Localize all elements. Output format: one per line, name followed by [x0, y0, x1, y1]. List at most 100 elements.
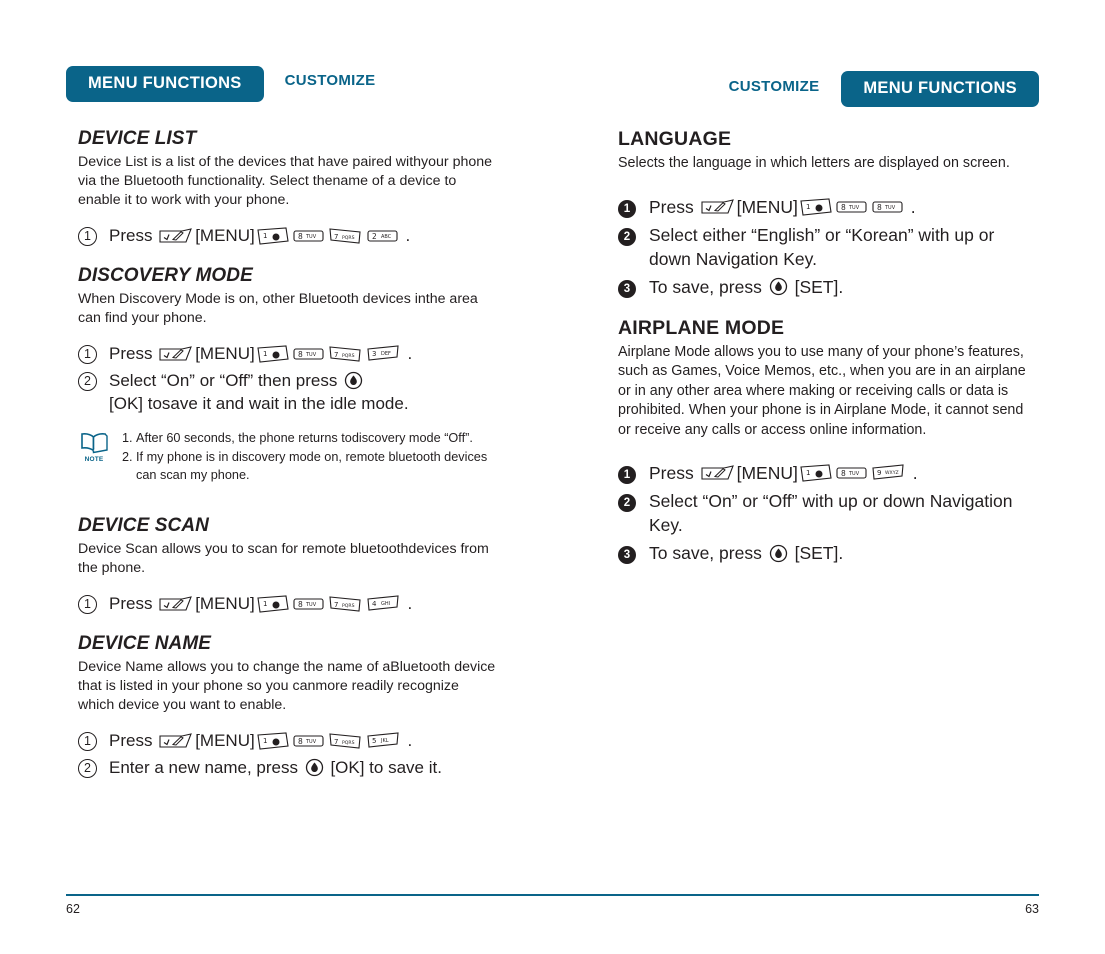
step-number: 1 [78, 595, 97, 614]
key-8-icon: 8 TUV [293, 596, 325, 612]
key-1-icon: 1 [800, 464, 832, 482]
svg-text:8: 8 [841, 469, 846, 478]
step-text: To save, press [SET]. [649, 541, 843, 565]
step-item: 1 Press [MENU] 1 8 TUV 7 PQRS [78, 224, 498, 247]
step-trailing-punct: . [407, 594, 413, 613]
customize-tag-right: CUSTOMIZE [728, 77, 820, 95]
svg-text:1: 1 [263, 350, 267, 358]
section-language: LANGUAGE Selects the language in which l… [618, 128, 1038, 299]
left-column: DEVICE LIST Device List is a list of the… [78, 128, 498, 783]
step-trailing-punct: . [912, 463, 918, 483]
svg-text:9: 9 [877, 469, 881, 477]
step-label: Press [109, 594, 153, 613]
menu-functions-badge-right: MENU FUNCTIONS [841, 71, 1039, 107]
step-text: Select either “English” or “Korean” with… [649, 223, 1038, 271]
section-title: DEVICE SCAN [78, 515, 209, 536]
step-trailing-punct: . [407, 731, 413, 750]
key-5-icon: 5 JKL [367, 731, 401, 750]
step-text: Select “On” or “Off” with up or down Nav… [649, 489, 1038, 537]
step-number: 2 [618, 227, 636, 246]
step-item: 2 Enter a new name, press [OK] to save i… [78, 756, 498, 779]
svg-text:PQRS: PQRS [342, 353, 355, 359]
footer-page-numbers: 62 63 [66, 902, 1039, 916]
step-item: 1 Press [MENU] 1 8 TUV 7 PQRS [78, 342, 498, 365]
section-device-scan: DEVICE SCAN Device Scan allows you to sc… [78, 515, 498, 615]
manual-page: MENU FUNCTIONS CUSTOMIZE CUSTOMIZE MENU … [0, 0, 1105, 954]
svg-text:TUV: TUV [305, 234, 317, 240]
note-book-icon: NOTE [78, 431, 110, 463]
ok-key-icon [344, 371, 363, 390]
svg-text:8: 8 [298, 600, 303, 609]
step-number: 1 [618, 466, 636, 484]
key-8-icon: 8 TUV [293, 346, 325, 362]
svg-text:1: 1 [263, 232, 267, 240]
step-label: Press [649, 196, 694, 217]
svg-text:7: 7 [334, 351, 338, 359]
svg-text:TUV: TUV [848, 205, 860, 211]
key-7-icon: 7 PQRS [329, 227, 363, 245]
step-trailing-text: [SET]. [794, 276, 844, 297]
step-trailing-text: [OK] tosave it and wait in the idle mode… [109, 394, 409, 413]
section-title: LANGUAGE [618, 128, 732, 150]
key-1-icon: 1 [257, 344, 289, 363]
menu-key-icon [701, 198, 735, 215]
step-trailing-text: [OK] to save it. [330, 758, 442, 777]
note-list: 1. After 60 seconds, the phone returns t… [122, 429, 498, 485]
key-8-icon: 8 TUV [836, 199, 868, 215]
svg-text:DEF: DEF [381, 351, 391, 357]
right-column: LANGUAGE Selects the language in which l… [618, 128, 1038, 569]
svg-text:8: 8 [298, 350, 303, 359]
step-label: Select either “English” or “Korean” with… [649, 224, 995, 269]
step-item: 3 To save, press [SET]. [618, 541, 1038, 565]
svg-text:JKL: JKL [380, 738, 389, 744]
step-label: Select “On” or “Off” with up or down Nav… [649, 491, 1013, 535]
section-discovery-mode: DISCOVERY MODE When Discovery Mode is on… [78, 265, 498, 415]
svg-text:8: 8 [877, 203, 882, 212]
section-body: Device Name allows you to change the nam… [78, 659, 496, 713]
section-body: When Discovery Mode is on, other Bluetoo… [78, 291, 478, 326]
svg-text:TUV: TUV [305, 602, 317, 608]
key-7-icon: 7 PQRS [329, 595, 363, 613]
step-trailing-punct: . [910, 196, 916, 217]
svg-text:TUV: TUV [848, 471, 860, 477]
step-text: Press [MENU] 1 8 TUV 7 PQRS [109, 729, 412, 752]
step-number: 2 [78, 759, 97, 778]
note-icon-label: NOTE [84, 456, 104, 463]
step-trailing-text: [SET]. [794, 543, 844, 563]
step-number: 2 [618, 494, 636, 512]
svg-text:5: 5 [372, 737, 376, 745]
key-7-icon: 7 PQRS [329, 732, 363, 750]
step-text: Enter a new name, press [OK] to save it. [109, 756, 442, 779]
customize-tag-left: CUSTOMIZE [284, 72, 376, 90]
step-label: Press [109, 344, 153, 363]
step-text: Select “On” or “Off” then press [OK] tos… [109, 369, 498, 415]
step-label: Enter a new name, press [109, 758, 298, 777]
note-item-text: If my phone is in discovery mode on, rem… [136, 450, 488, 482]
note-item: 1. After 60 seconds, the phone returns t… [122, 429, 498, 447]
svg-text:ABC: ABC [381, 234, 392, 240]
header-left-group: MENU FUNCTIONS CUSTOMIZE [66, 66, 375, 102]
menu-key-icon [159, 227, 193, 244]
key-3-icon: 3 DEF [367, 344, 401, 363]
step-number: 1 [78, 732, 97, 751]
menu-bracket-label: [MENU] [195, 731, 255, 750]
key-8-icon: 8 TUV [293, 733, 325, 749]
section-title: DEVICE NAME [78, 633, 212, 654]
svg-text:1: 1 [263, 600, 267, 608]
note-block: NOTE 1. After 60 seconds, the phone retu… [78, 429, 498, 485]
svg-text:2: 2 [372, 232, 377, 241]
svg-text:7: 7 [334, 738, 338, 746]
svg-text:PQRS: PQRS [342, 235, 355, 241]
key-4-icon: 4 GHI [367, 594, 401, 613]
footer-divider [66, 894, 1039, 896]
svg-text:PQRS: PQRS [342, 603, 355, 609]
svg-text:7: 7 [334, 233, 338, 241]
step-label: Press [109, 226, 153, 245]
menu-bracket-label: [MENU] [736, 196, 798, 217]
svg-text:8: 8 [298, 737, 303, 746]
svg-text:WXYZ: WXYZ [885, 470, 899, 476]
section-title: DISCOVERY MODE [78, 265, 253, 286]
menu-functions-badge-left: MENU FUNCTIONS [66, 66, 264, 102]
svg-text:3: 3 [372, 350, 376, 358]
step-number: 1 [78, 345, 97, 364]
